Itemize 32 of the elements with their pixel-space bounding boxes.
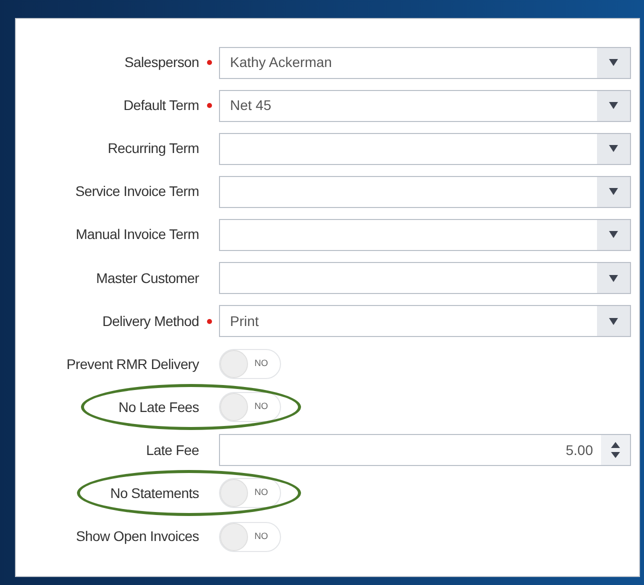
dropdown-field[interactable]: Print (219, 305, 631, 338)
dropdown-field[interactable] (219, 262, 631, 294)
field-label: Late Fee (145, 440, 199, 460)
field-label: Delivery Method (101, 312, 199, 331)
caret-icon (609, 59, 618, 66)
spinner-icon[interactable] (611, 442, 620, 458)
field-label: Salesperson (123, 53, 199, 72)
caret-icon (609, 145, 618, 152)
caret-icon (609, 102, 618, 110)
dropdown-field[interactable] (219, 218, 631, 251)
toggle-switch[interactable]: NO (219, 522, 281, 552)
toggle-switch[interactable]: NO (219, 392, 281, 422)
number-field[interactable]: 5.00 (219, 434, 631, 466)
caret-icon (609, 188, 618, 196)
field-label: No Statements (109, 484, 199, 503)
toggle-switch[interactable]: NO (219, 478, 281, 508)
caret-icon (609, 318, 618, 325)
field-label: Prevent RMR Delivery (66, 354, 199, 374)
dropdown-field[interactable] (219, 132, 631, 165)
caret-icon (609, 274, 618, 282)
dropdown-field[interactable]: Kathy Ackerman (219, 46, 631, 79)
dropdown-field[interactable] (219, 176, 631, 208)
field-label: No Late Fees (118, 398, 199, 417)
dropdown-field[interactable]: Net 45 (219, 90, 631, 122)
field-label: Master Customer (95, 268, 199, 288)
field-label: Manual Invoice Term (74, 225, 199, 244)
caret-icon (609, 231, 618, 238)
field-label: Show Open Invoices (74, 527, 199, 546)
field-label: Recurring Term (106, 139, 199, 158)
field-label: Default Term (122, 96, 199, 116)
toggle-switch[interactable]: NO (219, 349, 281, 380)
field-label: Service Invoice Term (74, 182, 199, 202)
